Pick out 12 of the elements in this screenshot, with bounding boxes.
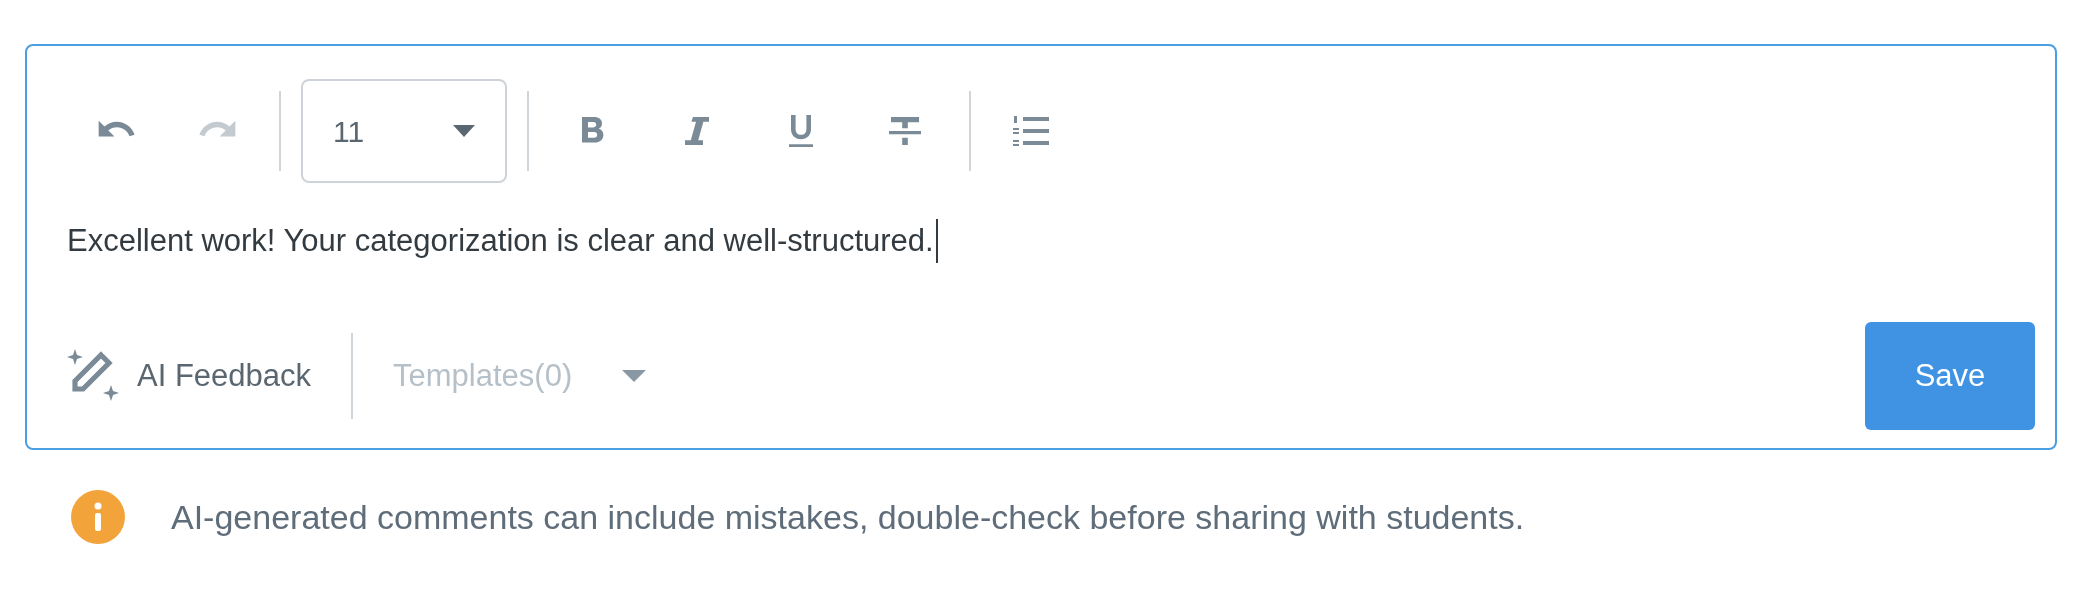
font-size-select[interactable]: 11 xyxy=(301,79,507,183)
underline-icon xyxy=(787,113,815,149)
info-icon xyxy=(71,490,125,544)
disclaimer-text: AI-generated comments can include mistakes, double-check before sharing with students. xyxy=(171,496,1525,538)
comment-text[interactable]: Excellent work! Your categorization is clear and well-structured. xyxy=(67,219,938,263)
caret-icon xyxy=(622,370,647,382)
strikethrough-icon xyxy=(887,115,923,147)
italic-icon xyxy=(683,115,711,147)
numbered-list-icon xyxy=(1011,114,1051,148)
caret-icon xyxy=(453,125,475,137)
ai-feedback-button[interactable]: AI Feedback xyxy=(67,347,352,405)
save-button[interactable]: Save xyxy=(1865,322,2035,430)
